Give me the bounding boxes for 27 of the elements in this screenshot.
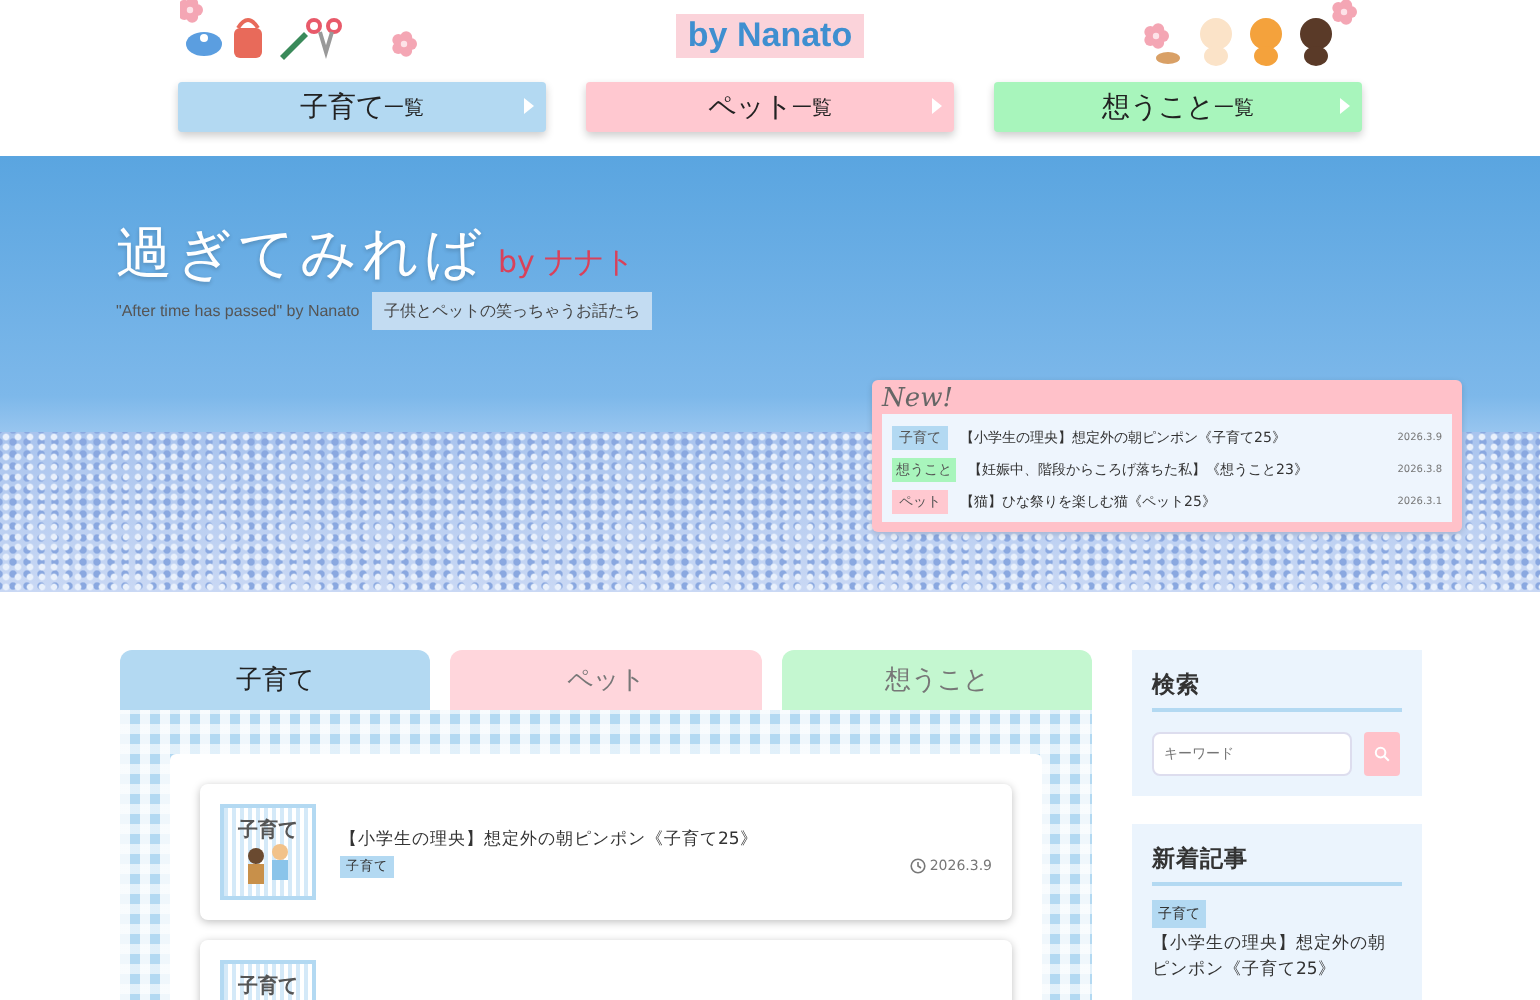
category-link[interactable]: 想うこと 一覧 bbox=[994, 82, 1362, 132]
chevron-icon bbox=[524, 98, 534, 114]
category-link[interactable]: 子育て一覧 bbox=[178, 82, 546, 132]
site-tagline: "After time has passed" by Nanato bbox=[116, 302, 360, 320]
site-title: 過ぎてみれば bbox=[116, 218, 486, 290]
chevron-icon bbox=[932, 98, 942, 114]
flower-icon bbox=[1144, 23, 1169, 49]
recent-post-link[interactable]: 【小学生の理央】想定外の朝ピンポン《子育て25》 bbox=[1152, 932, 1402, 984]
clock-icon bbox=[909, 858, 926, 874]
thumbnail-label: 子育て bbox=[238, 816, 298, 844]
widget-heading: 検索 bbox=[1152, 670, 1402, 712]
chevron-icon bbox=[1340, 98, 1350, 114]
catchphrase: 子供とペットの笑っちゃうお話たち bbox=[371, 292, 652, 330]
thumbnail-label: 子育て bbox=[238, 972, 298, 1000]
flower-icon bbox=[392, 31, 417, 57]
search-icon bbox=[1374, 746, 1390, 762]
author-byline: by ナナト bbox=[498, 244, 635, 282]
category-tab[interactable]: 子育て bbox=[120, 650, 431, 710]
widget-heading: 新着記事 bbox=[1152, 844, 1402, 886]
category-tab[interactable]: 想うこと bbox=[781, 650, 1092, 710]
news-heading: New! bbox=[882, 384, 955, 414]
post-card[interactable]: 子育て bbox=[200, 940, 1012, 1000]
category-link[interactable]: ペット 一覧 bbox=[586, 82, 954, 132]
search-button[interactable] bbox=[1364, 732, 1400, 776]
flower-icon bbox=[1332, 0, 1357, 25]
post-title: 【小学生の理央】想定外の朝ピンポン《子育て25》 bbox=[340, 827, 760, 851]
flower-icon bbox=[180, 0, 203, 23]
